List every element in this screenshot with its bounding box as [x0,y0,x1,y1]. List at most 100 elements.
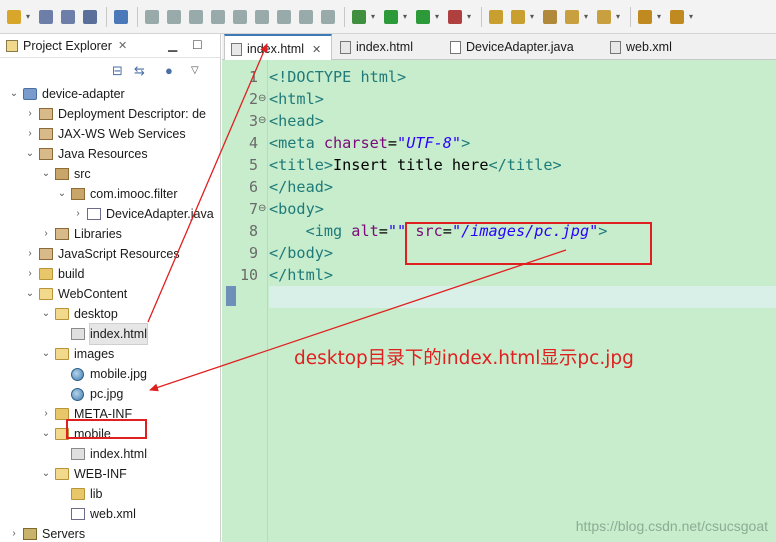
tree-item[interactable]: ⌄ WebContent [0,284,221,304]
fold-toggle-icon[interactable]: ⊖ [258,198,268,220]
save-all-icon[interactable] [58,6,78,28]
suspend-icon[interactable] [164,6,184,28]
maximize-view-icon[interactable]: ☐ [192,38,203,52]
editor-tab[interactable]: index.html ✕ [224,34,332,60]
step-return-icon[interactable] [274,6,294,28]
dropdown-arrow-icon[interactable]: ▾ [657,6,665,28]
code-token: </body> [269,244,334,262]
save-icon[interactable] [36,6,56,28]
print-icon[interactable] [80,6,100,28]
code-area[interactable]: <!DOCTYPE html> <html> <head> <meta charset… [269,60,776,542]
open-type-icon[interactable] [486,6,506,28]
image-file-icon [71,388,84,401]
print-glyph [83,9,97,24]
tree-item[interactable]: lib [0,484,221,504]
tree-item[interactable]: › JAX-WS Web Services [0,124,221,144]
open-task-icon[interactable] [508,6,528,28]
expanded-chevron-icon[interactable]: ⌄ [40,424,52,444]
img-src-highlight-box [405,222,652,265]
dropdown-arrow-icon[interactable]: ▾ [26,6,34,28]
editor-tab[interactable]: web.xml [604,34,700,60]
dropdown-arrow-icon[interactable]: ▾ [616,6,624,28]
collapsed-chevron-icon[interactable]: › [72,204,84,224]
collapsed-chevron-icon[interactable]: › [24,244,36,264]
tree-item[interactable]: mobile.jpg [0,364,221,384]
tree-item[interactable]: › Deployment Descriptor: de [0,104,221,124]
line-number: 1 [248,68,258,86]
debug-icon[interactable] [349,6,369,28]
tree-item[interactable]: web.xml [0,504,221,524]
collapsed-chevron-icon[interactable]: › [8,524,20,542]
step-over-icon[interactable] [252,6,272,28]
link-with-editor-icon[interactable]: ⇆ [134,63,145,79]
close-tab-icon[interactable]: ✕ [312,44,321,56]
back-icon[interactable] [635,6,655,28]
tree-item[interactable]: ⌄ com.imooc.filter [0,184,221,204]
step-into-icon[interactable] [230,6,250,28]
close-icon[interactable]: ✕ [118,39,127,52]
search-icon[interactable] [540,6,560,28]
dropdown-arrow-icon[interactable]: ▾ [530,6,538,28]
view-menu-icon[interactable]: ▽ [191,65,199,76]
dropdown-arrow-icon[interactable]: ▾ [435,6,443,28]
tree-item[interactable]: pc.jpg [0,384,221,404]
expanded-chevron-icon[interactable]: ⌄ [40,344,52,364]
skip-breakpoints-icon[interactable] [111,6,131,28]
focus-on-working-set-icon[interactable]: ● [165,63,173,78]
dropdown-arrow-icon[interactable]: ▾ [584,6,592,28]
collapsed-chevron-icon[interactable]: › [24,104,36,124]
collapse-all-icon[interactable]: ⊟ [112,63,123,79]
editor-tab[interactable]: DeviceAdapter.java [444,34,600,60]
drop-to-frame-icon[interactable] [318,6,338,28]
tree-item[interactable]: › JavaScript Resources [0,244,221,264]
run-icon[interactable] [381,6,401,28]
disconnect-icon[interactable] [208,6,228,28]
next-annotation-icon[interactable] [562,6,582,28]
tree-item[interactable]: ⌄ WEB-INF [0,464,221,484]
minimize-view-icon[interactable]: ▁ [168,38,177,52]
collapsed-chevron-icon[interactable]: › [40,224,52,244]
fold-toggle-icon[interactable]: ⊖ [258,110,268,132]
dropdown-arrow-icon[interactable]: ▾ [689,6,697,28]
code-line: </head> [269,176,333,198]
tree-item[interactable]: ⌄ src [0,164,221,184]
resume-icon[interactable] [142,6,162,28]
project-explorer-tab[interactable]: Project Explorer ✕ [0,34,133,58]
use-step-filters-icon[interactable] [296,6,316,28]
tree-item[interactable]: › Servers [0,524,221,542]
dropdown-arrow-icon[interactable]: ▾ [467,6,475,28]
tree-item[interactable]: ⌄ device-adapter [0,84,221,104]
tree-item[interactable]: index.html [0,323,221,345]
tree-item[interactable]: › DeviceAdapter.java [0,204,221,224]
expanded-chevron-icon[interactable]: ⌄ [40,164,52,184]
expanded-chevron-icon[interactable]: ⌄ [40,304,52,324]
collapsed-chevron-icon[interactable]: › [24,264,36,284]
next-annotation-glyph [565,9,579,24]
code-token: </head> [269,178,334,196]
expanded-chevron-icon[interactable]: ⌄ [56,184,68,204]
tree-item[interactable]: index.html [0,444,221,464]
expanded-chevron-icon[interactable]: ⌄ [8,84,20,104]
new-icon[interactable] [4,6,24,28]
coverage-icon[interactable] [413,6,433,28]
editor-tab[interactable]: index.html [334,34,440,60]
dropdown-arrow-icon[interactable]: ▾ [403,6,411,28]
step-return-glyph [277,9,291,24]
tree-item[interactable]: ⌄ images [0,344,221,364]
tree-item[interactable]: ⌄ Java Resources [0,144,221,164]
terminate-icon[interactable] [186,6,206,28]
forward-icon[interactable] [667,6,687,28]
expanded-chevron-icon[interactable]: ⌄ [24,284,36,304]
dropdown-arrow-icon[interactable]: ▾ [371,6,379,28]
collapsed-chevron-icon[interactable]: › [40,404,52,424]
tree-item[interactable]: ⌄ desktop [0,304,221,324]
expanded-chevron-icon[interactable]: ⌄ [24,144,36,164]
collapsed-chevron-icon[interactable]: › [24,124,36,144]
tree-item[interactable]: › Libraries [0,224,221,244]
expanded-chevron-icon[interactable]: ⌄ [40,464,52,484]
previous-annotation-icon[interactable] [594,6,614,28]
external-tools-icon[interactable] [445,6,465,28]
fold-toggle-icon[interactable]: ⊖ [258,88,268,110]
tree-item[interactable]: › build [0,264,221,284]
open-task-glyph [511,9,525,24]
